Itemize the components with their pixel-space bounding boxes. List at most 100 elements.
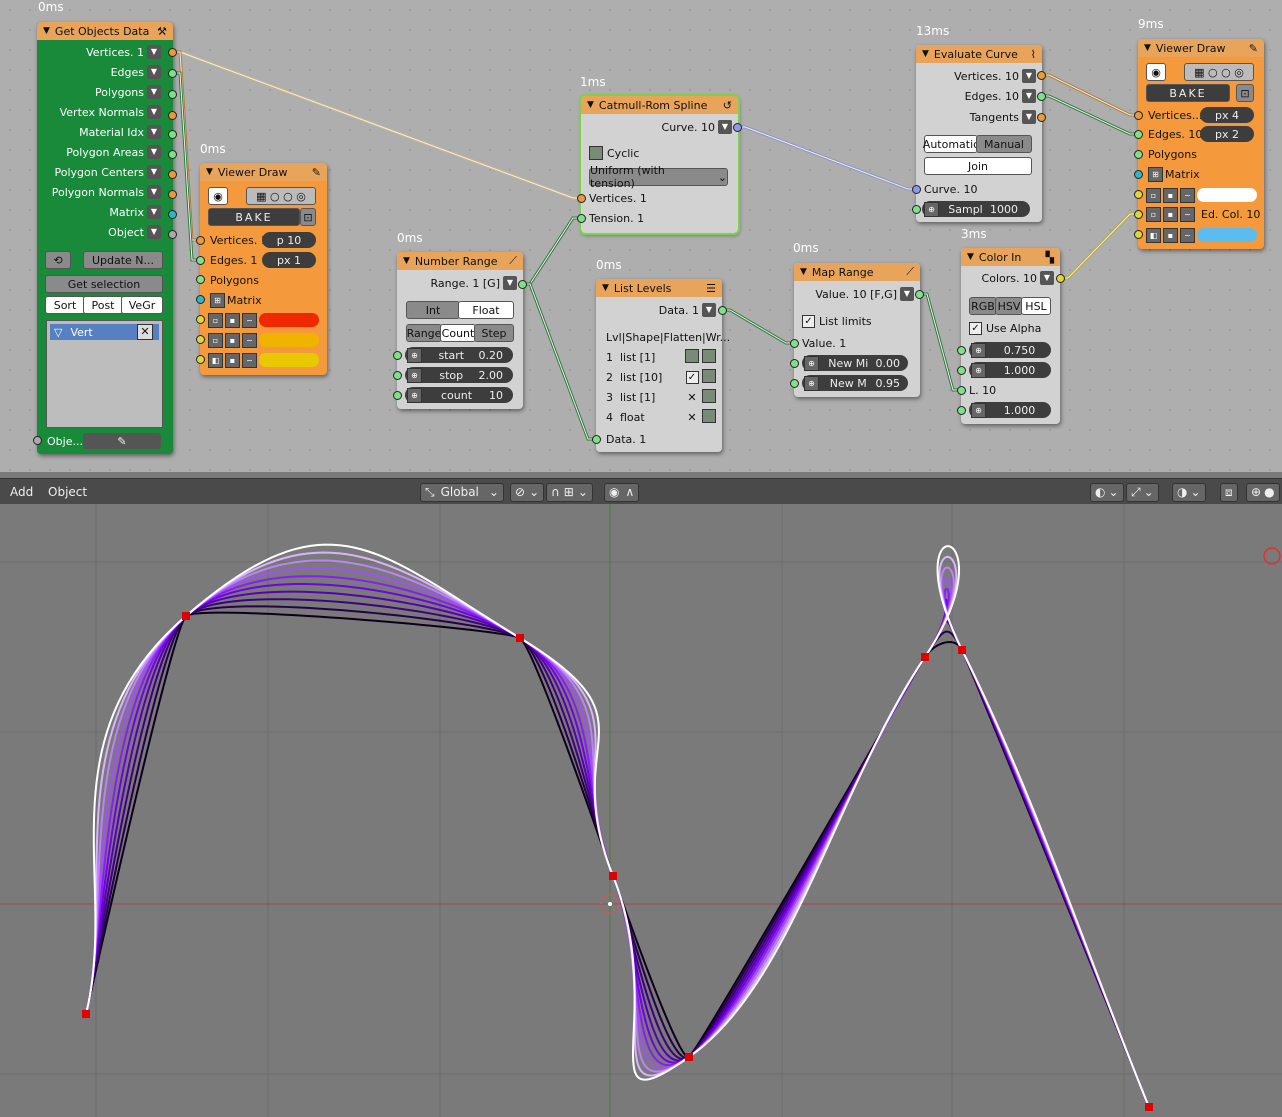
face-icon[interactable]: ◧: [1146, 227, 1161, 243]
new-min-field[interactable]: ⊕ New Mi 0.00: [802, 355, 908, 371]
wrap-checkbox[interactable]: [702, 368, 716, 386]
node-header[interactable]: ▼ Viewer Draw ✎: [200, 163, 327, 181]
lock-icon[interactable]: ▪: [1163, 227, 1178, 243]
edge-icon[interactable]: ▫: [208, 332, 223, 348]
mode-float-button[interactable]: Float: [458, 301, 514, 319]
matrix-icon[interactable]: ⊞: [210, 292, 225, 308]
vertex-icon[interactable]: ▫: [208, 312, 223, 328]
checkbox-checked-icon[interactable]: ✓: [969, 321, 982, 335]
dropdown-arrow-icon[interactable]: ▼: [147, 225, 161, 239]
lock-icon[interactable]: ▪: [1163, 187, 1178, 203]
alpha-field[interactable]: ⊕ 1.000: [969, 402, 1051, 418]
edge-color-swatch[interactable]: [259, 333, 319, 347]
node-socket[interactable]: [196, 315, 205, 324]
node-socket[interactable]: [168, 190, 177, 199]
curve-icon[interactable]: ~: [242, 332, 257, 348]
dropdown-arrow-icon[interactable]: ▼: [147, 65, 161, 79]
wrap-checkbox[interactable]: [702, 388, 716, 406]
proportional-edit[interactable]: ◉ ∧: [604, 482, 640, 502]
remove-item-icon[interactable]: ✕: [137, 324, 153, 340]
shading-modes[interactable]: ⊕ ●: [1246, 482, 1280, 502]
mode-hsv-button[interactable]: HSV: [995, 297, 1023, 315]
flatten-checkbox[interactable]: [682, 348, 702, 366]
dropdown-arrow-icon[interactable]: ▼: [1022, 89, 1036, 103]
lock-icon[interactable]: ▪: [225, 352, 240, 368]
node-socket[interactable]: [1134, 130, 1143, 139]
node-socket[interactable]: [393, 371, 402, 380]
node-socket[interactable]: [168, 230, 177, 239]
eyedropper-icon[interactable]: ✎: [83, 435, 161, 448]
node-socket[interactable]: [1056, 274, 1065, 283]
vertex-icon[interactable]: ▫: [1146, 187, 1161, 203]
node-header[interactable]: ▼ Number Range ⟋: [397, 252, 523, 270]
checkbox-checked-icon[interactable]: ✓: [802, 314, 815, 328]
mode-manual-button[interactable]: Manual: [976, 135, 1032, 153]
bake-button[interactable]: BAKE: [208, 208, 300, 226]
node-socket[interactable]: [915, 290, 924, 299]
face-icon[interactable]: ◧: [208, 352, 223, 368]
node-header[interactable]: ▼ Map Range ⟋: [794, 263, 920, 281]
node-header[interactable]: ▼ List Levels ☰: [596, 279, 722, 297]
node-editor[interactable]: 0ms ▼ Get Objects Data ⚒ Vertices. 1 ▼ Edges…: [0, 0, 1282, 472]
vertex-color-swatch[interactable]: [1197, 188, 1257, 202]
tab-vegr[interactable]: VeGr: [121, 296, 163, 314]
node-socket[interactable]: [1134, 150, 1143, 159]
node-socket[interactable]: [393, 351, 402, 360]
list-limits-toggle[interactable]: ✓ List limits: [802, 312, 872, 330]
tab-post[interactable]: Post: [83, 296, 123, 314]
lock-icon[interactable]: ▪: [225, 312, 240, 328]
hue-field[interactable]: ⊕ 0.750: [969, 342, 1051, 358]
tab-sort[interactable]: Sort: [45, 296, 85, 314]
display-modes[interactable]: ▦ ○ ○ ◎: [1184, 63, 1254, 81]
viewer-draw-node[interactable]: ▼ Viewer Draw ✎ ◉ ▦ ○ ○ ◎ BAKE ⊡ Vertices.…: [200, 163, 327, 375]
number-range-node[interactable]: ▼ Number Range ⟋ Range. 1 [G] ▼ Int Float R…: [397, 252, 523, 409]
overlay-options[interactable]: ◑ ⌄: [1172, 482, 1206, 502]
dropdown-arrow-icon[interactable]: ▼: [147, 85, 161, 99]
wrench-icon[interactable]: ⚒: [157, 25, 167, 38]
node-socket[interactable]: [718, 306, 727, 315]
orientation-select[interactable]: ⤡ Global ⌄: [420, 482, 504, 502]
node-socket[interactable]: [957, 346, 966, 355]
viewer-draw-node-2[interactable]: ▼ Viewer Draw ✎ ◉ ▦ ○ ○ ◎ BAKE ⊡ Vertices.…: [1138, 39, 1264, 249]
map-range-node[interactable]: ▼ Map Range ⟋ Value. 10 [F,G] ▼ ✓ List limit…: [794, 263, 920, 397]
mode-hsl-button[interactable]: HSL: [1021, 297, 1051, 315]
node-socket[interactable]: [168, 48, 177, 57]
object-menu[interactable]: Object: [48, 483, 87, 501]
curve-icon[interactable]: ~: [1180, 206, 1195, 222]
mode-rgb-button[interactable]: RGB: [969, 297, 997, 315]
node-socket[interactable]: [1134, 210, 1143, 219]
node-socket[interactable]: [196, 295, 205, 304]
node-header[interactable]: ▼ Color In ▚: [961, 248, 1060, 266]
get-selection-button[interactable]: Get selection: [45, 275, 163, 293]
saturation-field[interactable]: ⊕ 1.000: [969, 362, 1051, 378]
snap-select[interactable]: ∩ ⊞ ⌄: [546, 482, 593, 502]
dropdown-arrow-icon[interactable]: ▼: [147, 185, 161, 199]
bake-settings-icon[interactable]: ⊡: [300, 208, 316, 226]
node-socket[interactable]: [168, 90, 177, 99]
view-options[interactable]: ◐ ⌄: [1090, 482, 1124, 502]
count-field[interactable]: ⊕ count 10: [405, 387, 513, 403]
mode-automatic-button[interactable]: Automatic: [923, 135, 979, 153]
dropdown-arrow-icon[interactable]: ▼: [1040, 271, 1054, 285]
edge-icon[interactable]: ▫: [1146, 206, 1161, 222]
node-socket[interactable]: [957, 366, 966, 375]
node-socket[interactable]: [1134, 170, 1143, 179]
cyclic-toggle[interactable]: Cyclic: [589, 144, 639, 162]
refresh-icon[interactable]: ⟲: [45, 251, 71, 269]
add-menu[interactable]: Add: [10, 483, 33, 501]
node-socket[interactable]: [33, 436, 42, 445]
lock-icon[interactable]: ▪: [225, 332, 240, 348]
wrap-checkbox[interactable]: [702, 348, 716, 366]
node-header[interactable]: ▼ Catmull-Rom Spline ↺: [581, 96, 738, 114]
dropdown-arrow-icon[interactable]: ▼: [147, 45, 161, 59]
node-header[interactable]: ▼ Get Objects Data ⚒: [37, 22, 173, 40]
dropdown-arrow-icon[interactable]: ▼: [702, 303, 716, 317]
3d-viewport[interactable]: [0, 504, 1282, 1117]
vertex-color-swatch[interactable]: [259, 313, 319, 327]
node-socket[interactable]: [196, 256, 205, 265]
gizmo-options[interactable]: ⤢ ⌄: [1126, 482, 1159, 502]
vertex-color-row[interactable]: ▫ ▪ ~: [208, 311, 319, 329]
range-mode-step[interactable]: Step: [474, 324, 514, 342]
dropdown-arrow-icon[interactable]: ▼: [147, 105, 161, 119]
viewport-canvas[interactable]: [0, 504, 1282, 1117]
